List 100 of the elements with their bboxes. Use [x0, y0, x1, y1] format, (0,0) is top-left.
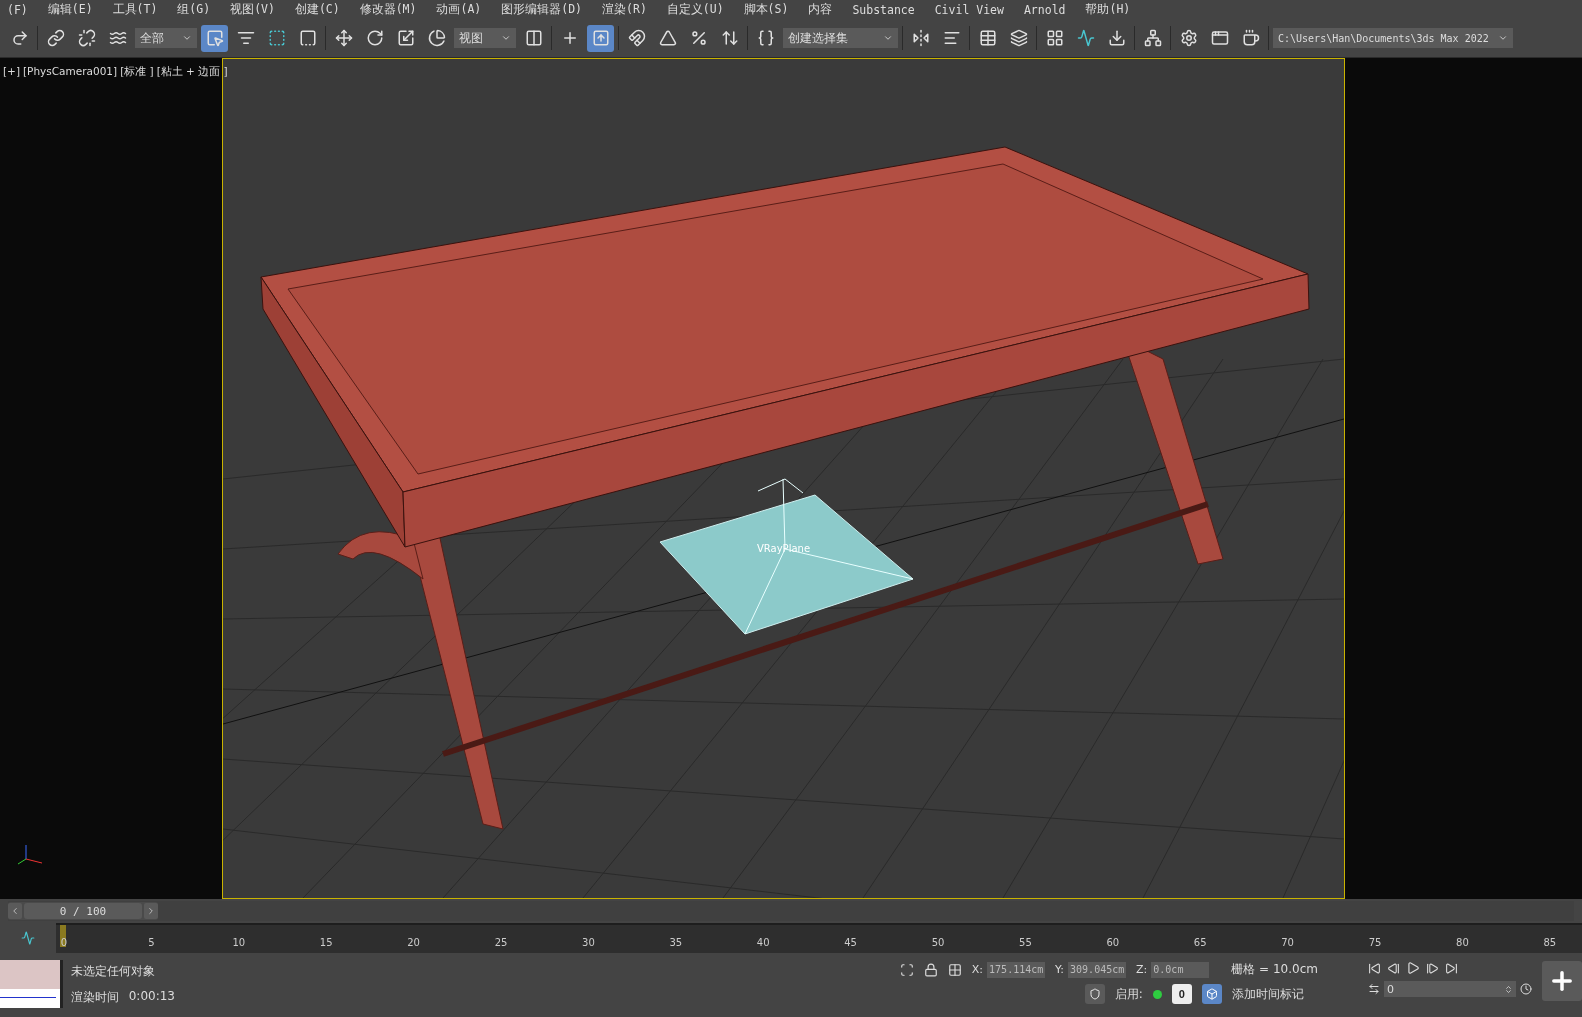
- coordinate-field[interactable]: 309.045cm: [1068, 961, 1127, 978]
- frame-number: 10: [232, 937, 246, 948]
- menu-item[interactable]: Civil View: [927, 2, 1017, 17]
- menu-item[interactable]: Arnold: [1016, 2, 1079, 17]
- add-time-tag[interactable]: 添加时间标记: [1231, 985, 1304, 1003]
- menu-item[interactable]: (F): [0, 2, 41, 17]
- status-message: 未选定任何对象: [70, 963, 156, 980]
- percent-icon: [689, 29, 708, 47]
- table-icon: [978, 29, 997, 47]
- frame-number: 15: [319, 937, 333, 948]
- render-time-label: 渲染时间: [70, 989, 119, 1006]
- rotate-icon: [365, 29, 384, 47]
- braces-icon: [756, 29, 775, 47]
- viewport-label[interactable]: [粘土 + 边面 ]: [156, 65, 228, 79]
- caret-icon: [182, 33, 192, 43]
- spinner-icon[interactable]: [1504, 984, 1513, 994]
- frame-number: 65: [1193, 937, 1207, 948]
- scale-icon: [396, 29, 415, 47]
- go-to-start-icon[interactable]: [1368, 961, 1381, 975]
- menu-item[interactable]: 组(G): [170, 2, 224, 17]
- menu-item[interactable]: 工具(T): [105, 2, 171, 17]
- magnet-icon: [627, 29, 646, 47]
- axis-label: Y:: [1055, 963, 1065, 976]
- shield-icon: [1088, 988, 1101, 1000]
- timeline-track[interactable]: 0 5 10 15 20 25 30 35 40 45 50 55 60 65 70 75 80 85: [56, 923, 1582, 953]
- listener-preview[interactable]: [0, 960, 63, 1008]
- link-icon: [46, 29, 65, 47]
- axis-label: Z:: [1136, 963, 1148, 976]
- menu-item[interactable]: 自定义(U): [659, 2, 737, 17]
- columns-icon: [524, 29, 543, 47]
- caret-icon: [1498, 33, 1508, 43]
- toolbar-button[interactable]: [587, 24, 614, 52]
- frame-number: 45: [844, 937, 857, 948]
- frame-number: 80: [1456, 937, 1469, 948]
- axis-label: X:: [971, 963, 984, 976]
- frame-field[interactable]: 0: [1384, 981, 1516, 997]
- menu-item[interactable]: 创建(C): [287, 2, 353, 17]
- path-dropdown[interactable]: C:\Users\Han\Documents\3ds Max 2022: [1273, 28, 1513, 48]
- count-button[interactable]: 0: [1171, 984, 1192, 1004]
- wave-window-icon: [1076, 29, 1095, 47]
- shield-button[interactable]: [1084, 984, 1105, 1004]
- frame-number: 70: [1281, 937, 1294, 948]
- previous-frame-icon[interactable]: [1387, 961, 1400, 975]
- time-slider-track[interactable]: 0 / 100: [8, 901, 1574, 921]
- menu-item[interactable]: 动画(A): [429, 2, 495, 17]
- viewport-label[interactable]: [PhysCamera001]: [23, 65, 118, 79]
- viewport-label[interactable]: [标准 ]: [120, 65, 154, 79]
- enable-label: 启用:: [1114, 985, 1143, 1003]
- lock-icon[interactable]: [923, 962, 938, 977]
- frame-number: 5: [148, 937, 155, 948]
- coordinate-field[interactable]: 0.0cm: [1151, 961, 1210, 978]
- time-marker[interactable]: [60, 925, 66, 947]
- menu-item[interactable]: 视图(V): [223, 2, 288, 17]
- next-frame-icon[interactable]: [1426, 961, 1439, 975]
- menu-item[interactable]: 帮助(H): [1078, 2, 1144, 17]
- unlink-icon: [77, 29, 96, 47]
- add-button[interactable]: [1542, 961, 1582, 1001]
- time-config-icon[interactable]: [1520, 983, 1532, 995]
- menu-item[interactable]: 渲染(R): [595, 2, 660, 17]
- curve-editor-icon[interactable]: [21, 931, 35, 945]
- dropdown[interactable]: 全部: [135, 28, 197, 48]
- frame-number: 50: [931, 937, 945, 948]
- triangle-icon: [658, 29, 677, 47]
- frame-number: 55: [1019, 937, 1032, 948]
- frame-number: 60: [1106, 937, 1120, 948]
- viewport-label[interactable]: [+]: [3, 65, 20, 79]
- dropdown[interactable]: 视图: [454, 28, 516, 48]
- download-icon: [1107, 29, 1126, 47]
- caret-icon: [883, 33, 893, 43]
- window-icon: [1210, 29, 1229, 47]
- go-to-end-icon[interactable]: [1445, 961, 1458, 975]
- menu-item[interactable]: 内容: [801, 2, 846, 17]
- box-button[interactable]: [1201, 984, 1222, 1004]
- menu-item[interactable]: 修改器(M): [352, 2, 430, 17]
- object-label: VRayPlane: [757, 543, 811, 554]
- caret-icon: [501, 33, 511, 43]
- grid-icon: [1045, 29, 1064, 47]
- frame-number: 20: [407, 937, 420, 948]
- transform-mode-icon[interactable]: [947, 962, 962, 977]
- time-slider-field: 0 / 100: [23, 903, 143, 919]
- coordinate-field[interactable]: 175.114cm: [987, 961, 1046, 978]
- frame-number: 40: [756, 937, 770, 948]
- menu-item[interactable]: 脚本(S): [736, 2, 802, 17]
- dropdown[interactable]: 创建选择集: [783, 28, 898, 48]
- play-icon[interactable]: [1406, 961, 1420, 975]
- waves-icon: [108, 29, 127, 47]
- menu-item[interactable]: 图形编辑器(D): [494, 2, 596, 17]
- frame-number: 25: [494, 937, 508, 948]
- key-mode-icon[interactable]: [1368, 983, 1380, 995]
- dashed-square-icon: [298, 29, 317, 47]
- redo-icon: [10, 29, 29, 47]
- up-down-arrows-icon: [720, 29, 739, 47]
- isolate-icon[interactable]: [899, 962, 914, 977]
- arrow-up-square-icon: [591, 29, 610, 47]
- menu-item[interactable]: Substance: [845, 2, 928, 17]
- pie-icon: [427, 29, 446, 47]
- network-icon: [1143, 29, 1162, 47]
- layers-icon: [1009, 29, 1028, 47]
- menu-item[interactable]: 编辑(E): [40, 2, 106, 17]
- toolbar-button[interactable]: [201, 24, 228, 52]
